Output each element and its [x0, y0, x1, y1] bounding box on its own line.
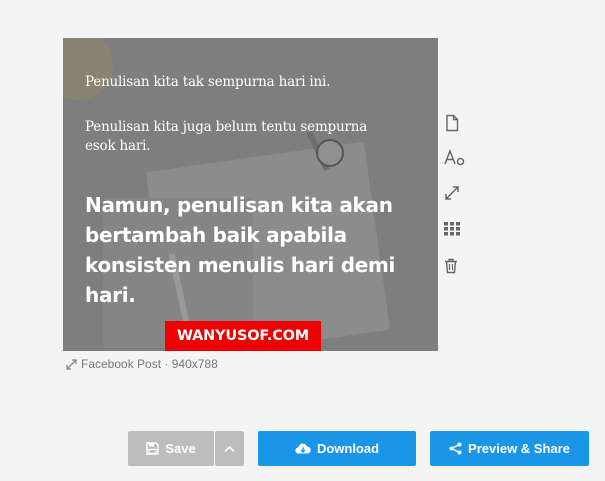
brand-label[interactable]: WANYUSOF.COM: [165, 321, 321, 351]
grid-icon[interactable]: [444, 222, 462, 240]
resize-icon[interactable]: [444, 185, 462, 203]
save-button[interactable]: Save: [128, 431, 214, 466]
format-name: Facebook Post: [81, 357, 162, 371]
download-button[interactable]: Download: [258, 431, 416, 466]
quote-line-1[interactable]: Penulisan kita tak sempurna hari ini.: [85, 74, 330, 90]
font-settings-icon[interactable]: [444, 148, 465, 167]
design-canvas[interactable]: Penulisan kita tak sempurna hari ini. Pe…: [63, 38, 438, 351]
quote-line-2[interactable]: Penulisan kita juga belum tentu sempurna…: [85, 118, 385, 156]
resize-small-icon: [66, 359, 77, 370]
save-label: Save: [165, 441, 196, 456]
editor-stage: Penulisan kita tak sempurna hari ini. Pe…: [0, 0, 605, 481]
floppy-icon: [146, 442, 160, 455]
trash-icon[interactable]: [444, 258, 462, 276]
canvas-format-caption: Facebook Post · 940x788: [66, 357, 218, 371]
format-size: 940x788: [171, 357, 218, 371]
share-label: Preview & Share: [468, 441, 570, 456]
caption-separator: ·: [164, 357, 169, 371]
download-label: Download: [316, 441, 380, 456]
share-icon: [449, 442, 462, 455]
save-options-button[interactable]: [215, 431, 244, 466]
quote-line-3[interactable]: Namun, penulisan kita akan bertambah bai…: [85, 190, 415, 310]
cloud-download-icon: [295, 443, 311, 454]
background-cup: [63, 38, 113, 100]
chevron-up-icon: [224, 445, 235, 452]
page-icon[interactable]: [444, 114, 462, 132]
preview-share-button[interactable]: Preview & Share: [430, 431, 589, 466]
